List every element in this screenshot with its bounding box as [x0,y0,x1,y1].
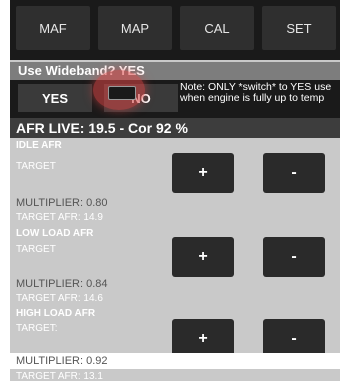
app-screen: MAF MAP CAL SET Use Wideband? YES YES NO… [10,0,340,381]
nav-cal-button[interactable]: CAL [180,6,254,50]
idle-afr-target-label: TARGET [16,161,56,172]
nav-map-button[interactable]: MAP [98,6,172,50]
low-load-afr-minus-button[interactable]: - [263,237,325,277]
top-nav: MAF MAP CAL SET [10,0,340,60]
low-load-afr-target-afr: TARGET AFR: 14.6 [16,293,103,304]
low-load-afr-plus-button[interactable]: + [172,237,234,277]
high-load-afr-title: HIGH LOAD AFR [16,308,96,319]
idle-afr-minus-button[interactable]: - [263,153,325,193]
wideband-controls: YES NO Note: ONLY *switch* to YES use wh… [10,80,340,118]
low-load-afr-target-label: TARGET [16,244,56,255]
afr-live-readout: AFR LIVE: 19.5 - Cor 92 % [10,118,340,138]
nav-maf-button[interactable]: MAF [16,6,90,50]
wideband-question: Use Wideband? YES [10,62,340,80]
high-load-afr-target-label: TARGET: [16,323,58,334]
wideband-note: Note: ONLY *switch* to YES use when engi… [180,81,332,104]
idle-afr-target-afr: TARGET AFR: 14.9 [16,212,103,223]
high-load-afr-target-afr: TARGET AFR: 13.1 [16,371,103,381]
idle-afr-plus-button[interactable]: + [172,153,234,193]
high-load-afr-multiplier: MULTIPLIER: 0.92 [16,355,108,367]
touch-indicator-core [108,86,136,100]
wideband-yes-button[interactable]: YES [18,84,92,112]
idle-afr-multiplier: MULTIPLIER: 0.80 [16,197,108,209]
nav-set-button[interactable]: SET [262,6,336,50]
idle-afr-title: IDLE AFR [16,140,62,151]
low-load-afr-multiplier: MULTIPLIER: 0.84 [16,278,108,290]
low-load-afr-title: LOW LOAD AFR [16,228,94,239]
